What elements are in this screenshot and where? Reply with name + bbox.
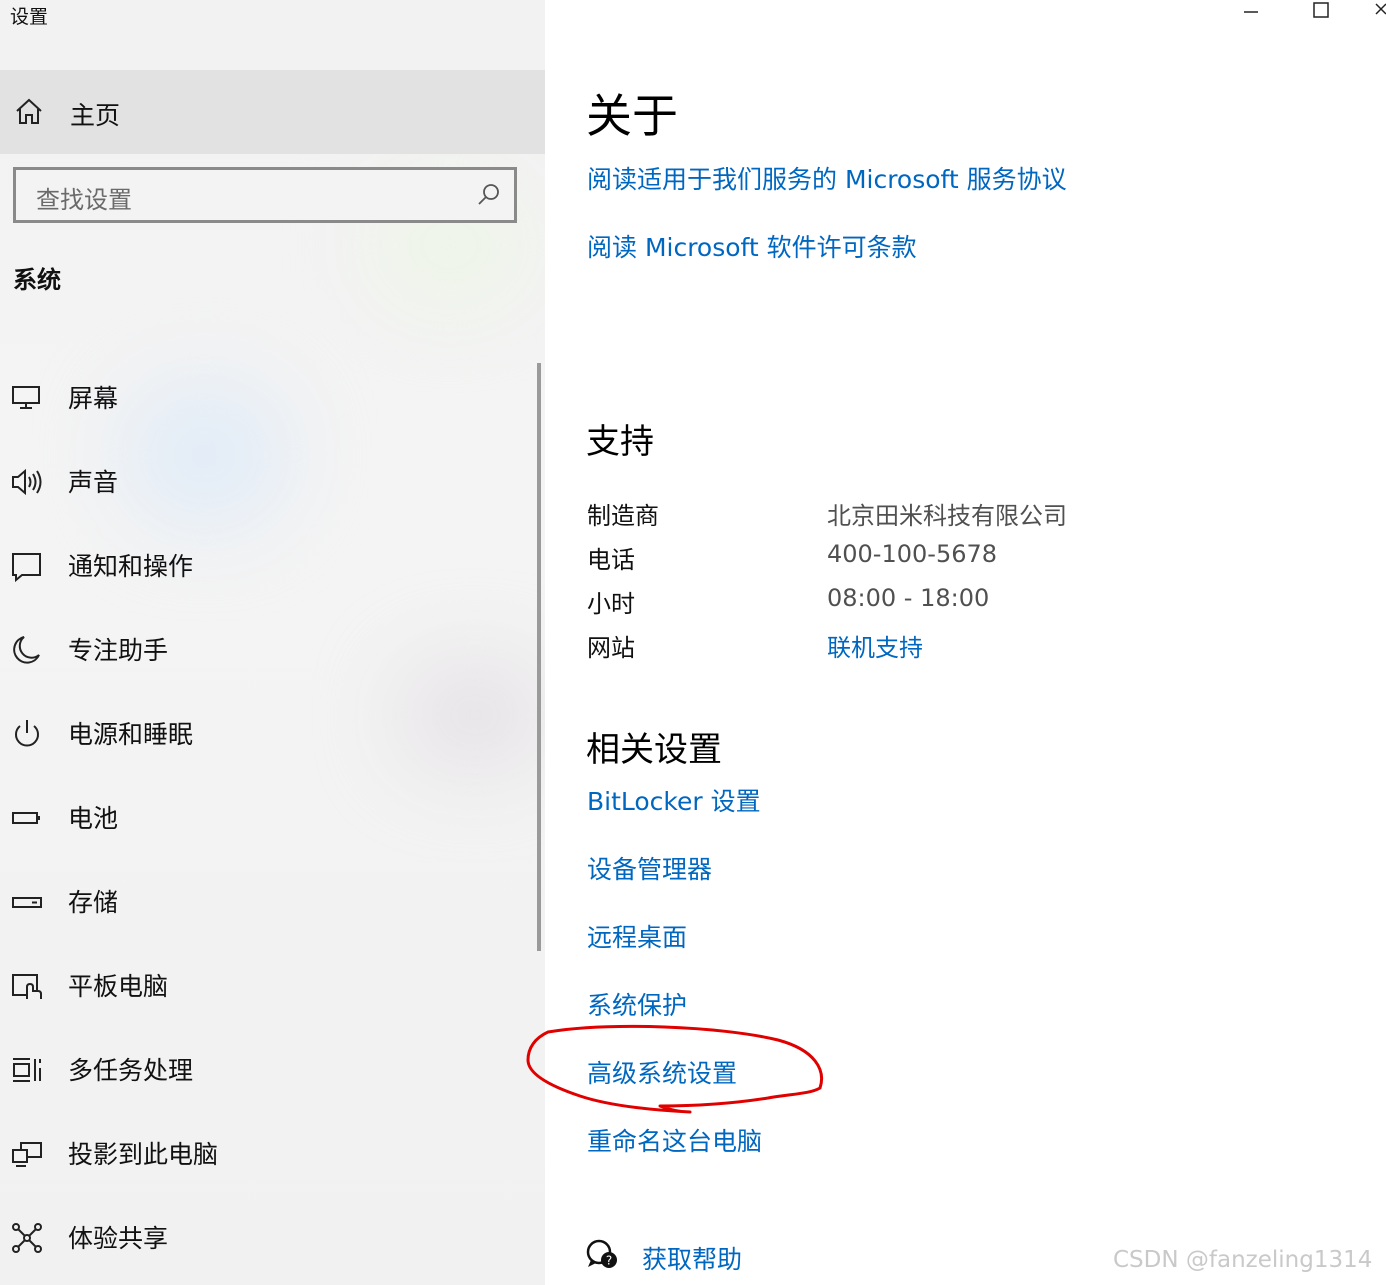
close-button[interactable]: [1370, 0, 1386, 24]
red-annotation-circle: [526, 1024, 823, 1114]
section-title-system: 系统: [13, 266, 61, 294]
sidebar-item-label: 通知和操作: [68, 552, 194, 581]
link-get-help[interactable]: 获取帮助: [642, 1240, 742, 1276]
link-license-terms[interactable]: 阅读 Microsoft 软件许可条款: [587, 228, 917, 264]
moon-icon: [13, 636, 40, 664]
help-chat-icon: ?: [586, 1239, 617, 1268]
sidebar-item-project[interactable]: 投影到此电脑: [0, 1113, 535, 1197]
window-title: 设置: [10, 6, 49, 28]
monitor-icon: [12, 386, 40, 409]
sidebar-item-label: 专注助手: [68, 636, 169, 665]
link-rename-pc[interactable]: 重命名这台电脑: [587, 1122, 762, 1158]
sidebar-item-notifications[interactable]: 通知和操作: [0, 525, 535, 609]
speaker-icon: [12, 468, 42, 496]
search-placeholder: 查找设置: [36, 186, 132, 214]
support-key-website: 网站: [587, 634, 635, 662]
maximize-button[interactable]: [1306, 0, 1336, 24]
tablet-icon: [12, 974, 42, 999]
sidebar-item-label: 电池: [68, 804, 119, 833]
link-remote-desktop[interactable]: 远程桌面: [587, 918, 687, 954]
notification-icon: [12, 553, 41, 583]
sidebar-item-battery[interactable]: 电池: [0, 777, 535, 861]
support-key-manufacturer: 制造商: [587, 502, 659, 530]
sidebar: 设置 主页 查找设置 系统 屏幕 声音 通知和操作 专注助手 电源和睡眠 电池 …: [0, 0, 545, 1285]
home-icon: [16, 98, 42, 124]
battery-icon: [12, 812, 40, 824]
storage-icon: [12, 897, 42, 908]
link-online-support[interactable]: 联机支持: [827, 628, 923, 663]
minimize-button[interactable]: [1236, 0, 1266, 24]
sidebar-item-label: 投影到此电脑: [68, 1140, 219, 1169]
sidebar-item-power-sleep[interactable]: 电源和睡眠: [0, 693, 535, 777]
watermark-text: CSDN @fanzeling1314: [1113, 1247, 1373, 1273]
support-value-manufacturer: 北京田米科技有限公司: [827, 502, 1067, 530]
support-key-phone: 电话: [587, 546, 635, 574]
sidebar-item-shared-experiences[interactable]: 体验共享: [0, 1197, 535, 1281]
link-system-protection[interactable]: 系统保护: [587, 986, 687, 1022]
sidebar-item-multitasking[interactable]: 多任务处理: [0, 1029, 535, 1113]
support-value-hours: 08:00 - 18:00: [827, 584, 990, 612]
page-title: 关于: [586, 89, 678, 143]
search-icon[interactable]: [476, 182, 502, 208]
sidebar-item-label: 存储: [68, 888, 119, 917]
sidebar-item-display[interactable]: 屏幕: [0, 357, 535, 441]
search-input[interactable]: 查找设置: [13, 167, 517, 223]
sidebar-item-label: 体验共享: [68, 1224, 169, 1253]
sidebar-item-label: 电源和睡眠: [68, 720, 194, 749]
support-value-phone: 400-100-5678: [827, 540, 998, 568]
project-icon: [12, 1142, 42, 1167]
link-device-manager[interactable]: 设备管理器: [587, 850, 712, 886]
sidebar-item-sound[interactable]: 声音: [0, 441, 535, 525]
sidebar-item-home[interactable]: 主页: [0, 70, 545, 154]
sidebar-item-focus-assist[interactable]: 专注助手: [0, 609, 535, 693]
sidebar-item-home-label: 主页: [70, 101, 121, 130]
power-icon: [15, 720, 39, 747]
sidebar-item-label: 声音: [68, 468, 119, 497]
sidebar-item-tablet[interactable]: 平板电脑: [0, 945, 535, 1029]
related-settings-heading: 相关设置: [586, 730, 722, 770]
link-bitlocker-settings[interactable]: BitLocker 设置: [587, 782, 761, 818]
sidebar-item-storage[interactable]: 存储: [0, 861, 535, 945]
multitask-icon: [13, 1058, 41, 1082]
sidebar-item-label: 多任务处理: [68, 1056, 194, 1085]
link-service-agreement[interactable]: 阅读适用于我们服务的 Microsoft 服务协议: [587, 160, 1067, 196]
support-key-hours: 小时: [587, 590, 635, 618]
svg-text:?: ?: [606, 1254, 612, 1268]
support-heading: 支持: [586, 422, 654, 462]
share-icon: [12, 1223, 42, 1253]
sidebar-item-label: 平板电脑: [68, 972, 169, 1001]
sidebar-scrollbar[interactable]: [537, 363, 541, 951]
sidebar-item-label: 屏幕: [68, 384, 119, 413]
